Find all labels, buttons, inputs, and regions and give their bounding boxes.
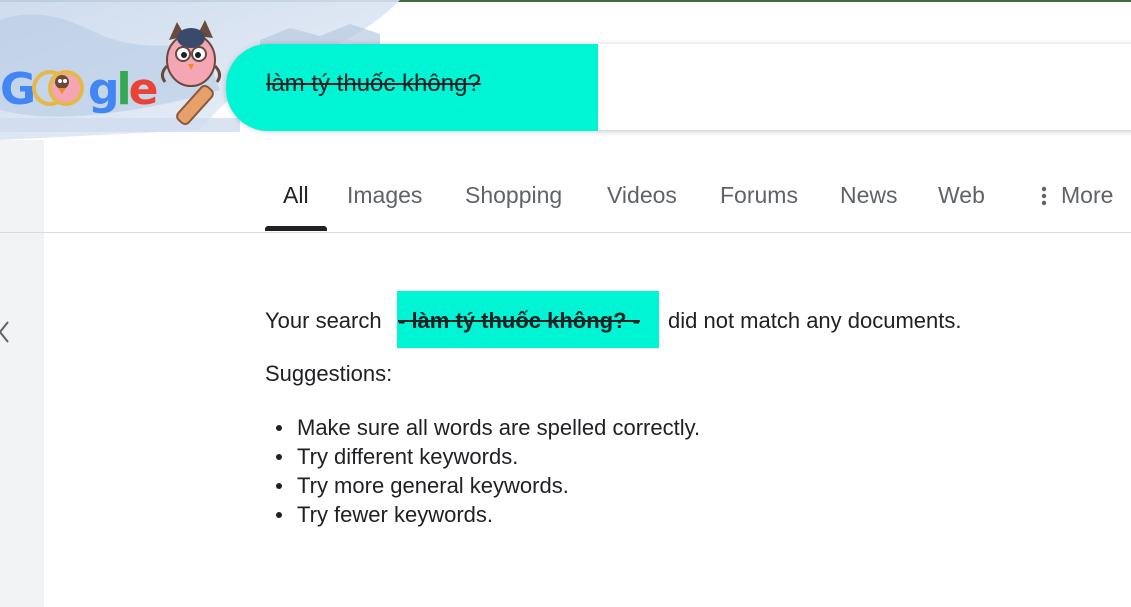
- tabs-divider: [0, 232, 1131, 233]
- vertical-dots-icon[interactable]: [1041, 186, 1047, 206]
- suggestion-text: Try different keywords.: [297, 444, 519, 469]
- tab-forums[interactable]: Forums: [720, 182, 798, 209]
- tab-images[interactable]: Images: [347, 182, 422, 209]
- owl-doodle-icon: [160, 20, 222, 125]
- suggestion-text: Make sure all words are spelled correctl…: [297, 415, 701, 440]
- tab-all[interactable]: All: [283, 182, 309, 209]
- bullet-icon: [276, 425, 282, 431]
- no-results-query: - làm tý thuốc không? -: [398, 308, 640, 333]
- google-logo[interactable]: G gle: [0, 56, 170, 120]
- bullet-icon: [276, 483, 282, 489]
- suggestions-list: Make sure all words are spelled correctl…: [276, 413, 701, 529]
- tab-shopping[interactable]: Shopping: [465, 182, 562, 209]
- suggestion-text: Try fewer keywords.: [297, 502, 494, 527]
- svg-text:G: G: [0, 64, 34, 115]
- suggestion-item: Try more general keywords.: [276, 471, 700, 500]
- suggestion-text: Try more general keywords.: [297, 473, 569, 498]
- tab-web[interactable]: Web: [938, 182, 985, 209]
- google-doodle-logo-icon: G gle: [0, 64, 160, 115]
- chevron-left-icon[interactable]: [0, 318, 10, 346]
- header: G gle làm tý thuốc không?: [0, 0, 1131, 140]
- no-results-prefix: Your search: [265, 308, 382, 333]
- tab-more[interactable]: More: [1061, 182, 1113, 209]
- suggestions-title: Suggestions:: [265, 361, 393, 386]
- tab-videos[interactable]: Videos: [607, 182, 677, 209]
- search-input[interactable]: làm tý thuốc không?: [266, 70, 481, 98]
- search-tabs: All Images Shopping Videos Forums News W…: [0, 170, 1131, 232]
- suggestion-item: Make sure all words are spelled correctl…: [276, 413, 701, 442]
- suggestion-item: Try fewer keywords.: [276, 500, 700, 529]
- bullet-icon: [276, 454, 282, 460]
- tab-news[interactable]: News: [840, 182, 898, 209]
- active-tab-indicator: [265, 226, 327, 231]
- no-results-suffix: did not match any documents.: [668, 308, 962, 333]
- bullet-icon: [276, 512, 282, 518]
- svg-text:gle: gle: [88, 64, 157, 115]
- suggestion-item: Try different keywords.: [276, 442, 700, 471]
